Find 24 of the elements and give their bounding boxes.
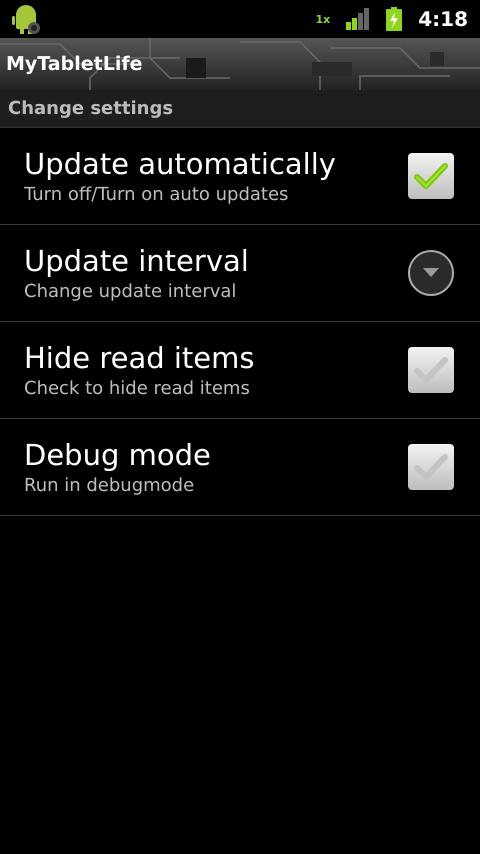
settings-item[interactable]: Debug mode Run in debugmode: [0, 419, 480, 516]
checkbox[interactable]: [408, 347, 454, 393]
dropdown-button[interactable]: [408, 250, 454, 296]
checkbox[interactable]: [408, 153, 454, 199]
item-summary: Check to hide read items: [24, 377, 251, 401]
item-summary: Turn off/Turn on auto updates: [24, 183, 290, 207]
caret-icon: [423, 268, 439, 278]
settings-item[interactable]: Update interval Change update interval: [0, 225, 480, 322]
android-robot-icon: [12, 3, 42, 35]
clock: 4:18: [418, 6, 468, 33]
battery-charging-icon: [386, 7, 402, 31]
item-title: Debug mode: [24, 437, 212, 474]
category-title: Change settings: [8, 97, 174, 121]
network-type-label: 1x: [316, 14, 330, 24]
signal-icon: [346, 8, 370, 30]
item-summary: Change update interval: [24, 280, 238, 304]
item-summary: Run in debugmode: [24, 474, 196, 498]
app-title: MyTabletLife: [6, 52, 142, 77]
checkbox[interactable]: [408, 444, 454, 490]
settings-item[interactable]: Update automatically Turn off/Turn on auto updates: [0, 128, 480, 225]
item-title: Hide read items: [24, 340, 256, 377]
item-title: Update interval: [24, 243, 250, 280]
item-title: Update automatically: [24, 146, 337, 183]
settings-item[interactable]: Hide read items Check to hide read items: [0, 322, 480, 419]
